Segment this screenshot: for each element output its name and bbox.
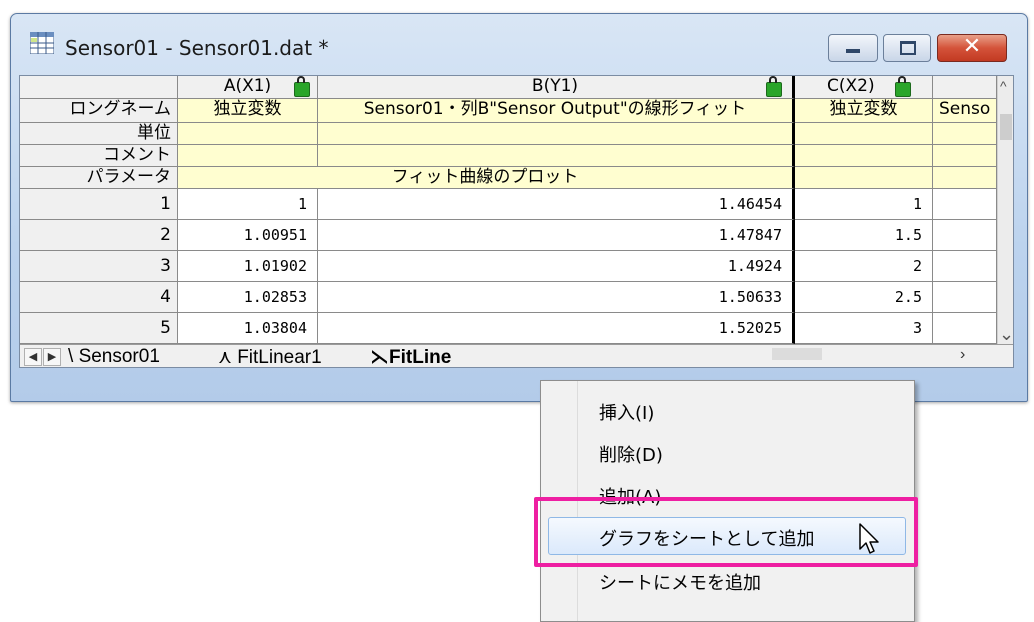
column-label-a: A(X1) (223, 76, 272, 96)
data-cell[interactable] (933, 251, 997, 282)
sheet-tab-fitlinear-curve[interactable]: ⋋FitLine (370, 346, 452, 368)
vertical-scrollbar[interactable]: ^ (997, 76, 1013, 348)
mouse-cursor-icon (859, 523, 879, 554)
lock-icon (895, 76, 911, 97)
maximize-button[interactable] (883, 34, 931, 62)
lock-icon (766, 76, 782, 97)
units-cell-d[interactable] (933, 123, 997, 145)
sheet-tab-label: FitLine (389, 347, 452, 368)
scroll-thumb[interactable] (1000, 114, 1012, 140)
window-title: Sensor01 - Sensor01.dat * (65, 36, 329, 60)
data-cell[interactable]: 1.03804 (178, 313, 318, 344)
row-header[interactable]: 3 (20, 251, 178, 282)
data-cell[interactable] (933, 313, 997, 344)
data-cell[interactable] (933, 220, 997, 251)
minimize-icon (846, 49, 860, 53)
worksheet-grid[interactable]: A(X1) B(Y1) C(X2) ロングネーム 独立変数 Sensor01・列… (19, 75, 1014, 368)
data-cell[interactable]: 1.4924 (318, 251, 795, 282)
column-header-c[interactable]: C(X2) (795, 76, 933, 99)
row-header[interactable]: 2 (20, 220, 178, 251)
data-cell[interactable] (933, 282, 997, 313)
column-header-a[interactable]: A(X1) (178, 76, 318, 99)
row-header[interactable]: 1 (20, 189, 178, 220)
data-cell[interactable]: 1 (178, 189, 318, 220)
data-cell[interactable]: 2 (795, 251, 933, 282)
longname-cell-d[interactable]: Senso (933, 99, 997, 123)
sheet-tab-bar: ◀ ▶ \ Sensor01 ⋏ FitLinear1 ⋋FitLine › (20, 344, 1013, 368)
column-header-b[interactable]: B(Y1) (318, 76, 795, 99)
menu-item-insert[interactable]: 挿入(I) (599, 399, 654, 425)
longname-cell-b[interactable]: Sensor01・列B"Sensor Output"の線形フィット (318, 99, 795, 123)
sheet-tab-label: FitLinear1 (237, 347, 322, 368)
row-label-longname[interactable]: ロングネーム (20, 99, 178, 123)
horizontal-scroll-thumb[interactable] (772, 348, 822, 360)
parameter-cell-ab[interactable]: フィット曲線のプロット (178, 167, 795, 189)
worksheet-window: Sensor01 - Sensor01.dat * ✕ A(X1) B(Y1) … (10, 13, 1028, 402)
menu-item-add-notes[interactable]: シートにメモを追加 (599, 569, 761, 595)
data-cell[interactable]: 1.02853 (178, 282, 318, 313)
row-label-units[interactable]: 単位 (20, 123, 178, 145)
sheet-tab-label: Sensor01 (78, 346, 160, 367)
data-cell[interactable]: 1.00951 (178, 220, 318, 251)
data-cell[interactable]: 1 (795, 189, 933, 220)
worksheet-icon (30, 32, 54, 54)
sheet-tab-fitlinear1[interactable]: ⋏ FitLinear1 (218, 346, 322, 368)
comments-cell-b[interactable] (318, 145, 795, 167)
row-header[interactable]: 4 (20, 282, 178, 313)
comments-cell-a[interactable] (178, 145, 318, 167)
row-label-comments[interactable]: コメント (20, 145, 178, 167)
column-header-d[interactable] (933, 76, 997, 99)
parameter-cell-d[interactable] (933, 167, 997, 189)
comments-cell-d[interactable] (933, 145, 997, 167)
row-header[interactable]: 5 (20, 313, 178, 344)
sheet-tab-sensor01[interactable]: \ Sensor01 (68, 346, 160, 367)
data-cell[interactable]: 1.5 (795, 220, 933, 251)
parameter-cell-c[interactable] (795, 167, 933, 189)
data-cell[interactable]: 1.52025 (318, 313, 795, 344)
prev-sheet-icon[interactable]: ◀ (24, 348, 42, 366)
data-cell[interactable]: 1.50633 (318, 282, 795, 313)
data-cell[interactable]: 1.46454 (318, 189, 795, 220)
menu-item-delete[interactable]: 削除(D) (599, 441, 663, 467)
data-cell[interactable] (933, 189, 997, 220)
data-cell[interactable]: 1.47847 (318, 220, 795, 251)
units-cell-b[interactable] (318, 123, 795, 145)
data-cell[interactable]: 3 (795, 313, 933, 344)
corner-cell[interactable] (20, 76, 178, 99)
data-cell[interactable]: 2.5 (795, 282, 933, 313)
title-bar[interactable]: Sensor01 - Sensor01.dat * ✕ (11, 14, 1027, 74)
row-label-parameters[interactable]: パラメータ (20, 167, 178, 189)
lock-icon (294, 76, 310, 97)
minimize-button[interactable] (828, 34, 878, 62)
units-cell-a[interactable] (178, 123, 318, 145)
next-sheet-icon[interactable]: ▶ (43, 348, 61, 366)
comments-cell-c[interactable] (795, 145, 933, 167)
column-label-c: C(X2) (827, 76, 875, 96)
data-cell[interactable]: 1.01902 (178, 251, 318, 282)
scroll-right-icon[interactable]: › (960, 346, 965, 364)
maximize-icon (900, 41, 916, 55)
scroll-down-icon[interactable]: ⌄ (999, 324, 1013, 345)
close-icon: ✕ (962, 33, 982, 58)
scroll-up-icon[interactable]: ^ (1000, 78, 1007, 94)
column-label-b: B(Y1) (531, 76, 579, 96)
longname-cell-c[interactable]: 独立変数 (795, 99, 933, 123)
units-cell-c[interactable] (795, 123, 933, 145)
close-button[interactable]: ✕ (937, 33, 1007, 62)
longname-cell-a[interactable]: 独立変数 (178, 99, 318, 123)
